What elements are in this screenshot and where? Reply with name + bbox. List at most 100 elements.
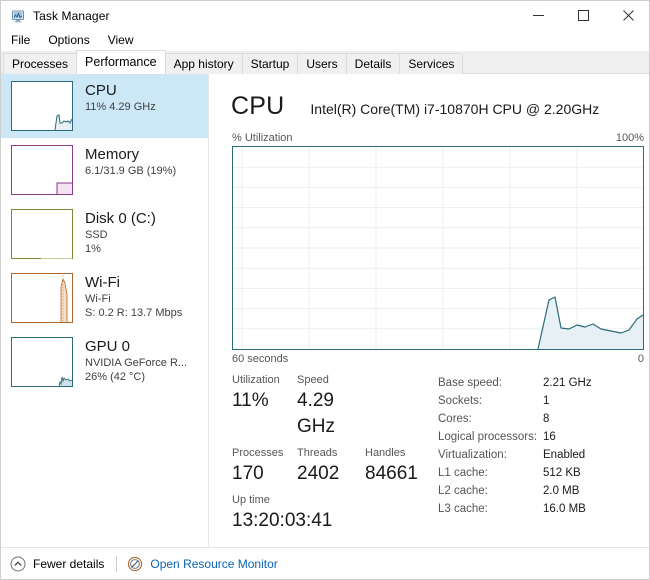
sidebar-item-wifi-text: Wi-Fi Wi-Fi S: 0.2 R: 13.7 Mbps: [85, 273, 182, 320]
speed-label: Speed: [297, 374, 329, 386]
open-resource-monitor-label: Open Resource Monitor: [150, 556, 278, 571]
cpu-specifications: Base speed: 2.21 GHz Sockets: 1 Cores: 8…: [438, 374, 648, 518]
stats-row2-labels: Processes Threads Handles: [232, 446, 432, 461]
handles-value: 84661: [365, 463, 418, 484]
sidebar-item-memory-line2: 6.1/31.9 GB (19%): [85, 165, 177, 177]
resource-list: CPU 11% 4.29 GHz Memory 6.1/31.9 GB (19%…: [1, 74, 209, 547]
footer-divider: [116, 555, 118, 572]
sidebar-item-gpu-title: GPU 0: [85, 338, 131, 355]
sidebar-item-cpu-title: CPU: [85, 82, 117, 99]
spec-row-base-speed: Base speed: 2.21 GHz: [438, 374, 648, 392]
close-button[interactable]: [606, 1, 649, 30]
uptime-label: Up time: [232, 494, 270, 506]
wifi-thumbnail-graph: [11, 273, 73, 323]
spec-key-logical-processors: Logical processors:: [438, 431, 538, 443]
sidebar-item-disk-text: Disk 0 (C:) SSD 1%: [85, 209, 156, 256]
speed-value: 4.29 GHz: [297, 390, 335, 437]
threads-value: 2402: [297, 463, 340, 484]
uptime-value-row: 13:20:03:41: [232, 508, 432, 534]
graph-y-max-label: 100%: [615, 132, 644, 144]
sidebar-item-gpu-line2: NVIDIA GeForce R...: [85, 357, 188, 369]
spec-row-logical-processors: Logical processors: 16: [438, 428, 648, 446]
fewer-details-button[interactable]: Fewer details: [10, 556, 104, 572]
sidebar-item-wifi-line3: S: 0.2 R: 13.7 Mbps: [85, 307, 183, 319]
cpu-utilization-chart: [233, 147, 643, 349]
spec-key-base-speed: Base speed:: [438, 377, 502, 389]
spec-key-sockets: Sockets:: [438, 395, 483, 407]
cpu-thumbnail-graph: [11, 81, 73, 131]
sidebar-item-memory[interactable]: Memory 6.1/31.9 GB (19%): [1, 138, 208, 202]
minimize-button[interactable]: [516, 1, 561, 30]
fewer-details-label: Fewer details: [33, 556, 105, 571]
spec-value-sockets: 1: [543, 395, 550, 407]
graph-y-axis-label: % Utilization: [232, 132, 293, 144]
utilization-label: Utilization: [232, 374, 280, 386]
cpu-utilization-graph: [232, 146, 644, 350]
minimize-icon: [533, 15, 544, 16]
menu-item-file[interactable]: File: [3, 31, 38, 50]
threads-label: Threads: [297, 447, 338, 459]
window-controls: [516, 1, 649, 30]
sidebar-item-disk-line3: 1%: [85, 243, 101, 255]
disk-thumbnail-graph: [11, 209, 73, 259]
handles-label: Handles: [365, 447, 406, 459]
spec-key-l3-cache: L3 cache:: [438, 503, 488, 515]
task-manager-icon: [10, 8, 26, 24]
memory-thumbnail-graph: [11, 145, 73, 195]
sidebar-item-disk-line2: SSD: [85, 229, 108, 241]
utilization-value: 11%: [232, 390, 269, 411]
tab-users[interactable]: Users: [297, 53, 347, 74]
cpu-model-name: Intel(R) Core(TM) i7-10870H CPU @ 2.20GH…: [310, 101, 600, 117]
maximize-icon: [578, 10, 589, 21]
tab-strip: Processes Performance App history Startu…: [1, 50, 649, 74]
close-icon: [623, 10, 634, 21]
spec-value-base-speed: 2.21 GHz: [543, 377, 592, 389]
spec-value-l2-cache: 2.0 MB: [543, 485, 580, 497]
spec-key-l2-cache: L2 cache:: [438, 485, 488, 497]
sidebar-item-gpu[interactable]: GPU 0 NVIDIA GeForce R... 26% (42 °C): [1, 330, 208, 394]
gpu-thumbnail-graph: [11, 337, 73, 387]
sidebar-item-gpu-text: GPU 0 NVIDIA GeForce R... 26% (42 °C): [85, 337, 187, 384]
sidebar-item-wifi-title: Wi-Fi: [85, 274, 120, 291]
sidebar-item-cpu[interactable]: CPU 11% 4.29 GHz: [1, 74, 208, 138]
menu-item-view[interactable]: View: [100, 31, 142, 50]
stats-row1-values: 11% 4.29 GHz: [232, 388, 432, 440]
menu-item-options[interactable]: Options: [40, 31, 97, 50]
task-manager-window: Task Manager File Options View Processes…: [0, 0, 650, 580]
tab-app-history[interactable]: App history: [164, 53, 243, 74]
maximize-button[interactable]: [561, 1, 606, 30]
tab-services[interactable]: Services: [399, 53, 464, 74]
sidebar-item-cpu-text: CPU 11% 4.29 GHz: [85, 81, 156, 114]
sidebar-item-cpu-line2: 11% 4.29 GHz: [85, 101, 156, 113]
title-bar: Task Manager: [1, 1, 649, 30]
sidebar-item-disk-title: Disk 0 (C:): [85, 210, 156, 227]
page-title: CPU: [231, 92, 285, 120]
spec-row-sockets: Sockets: 1: [438, 392, 648, 410]
graph-bottom-axis-labels: 60 seconds 0: [232, 353, 644, 365]
graph-top-axis-labels: % Utilization 100%: [232, 132, 644, 144]
tab-performance[interactable]: Performance: [76, 50, 166, 74]
tab-startup[interactable]: Startup: [241, 53, 299, 74]
sidebar-item-memory-title: Memory: [85, 146, 140, 163]
sidebar-item-wifi-line2: Wi-Fi: [85, 293, 111, 305]
menu-bar: File Options View: [1, 30, 649, 51]
tab-details[interactable]: Details: [345, 53, 401, 74]
open-resource-monitor-link[interactable]: Open Resource Monitor: [127, 556, 278, 572]
resource-monitor-icon: [127, 556, 143, 572]
performance-panel: CPU 11% 4.29 GHz Memory 6.1/31.9 GB (19%…: [1, 74, 649, 547]
spec-row-virtualization: Virtualization: Enabled: [438, 446, 648, 464]
spec-row-l3-cache: L3 cache: 16.0 MB: [438, 500, 648, 518]
spec-key-virtualization: Virtualization:: [438, 449, 507, 461]
stats-row2-values: 170 2402 84661: [232, 461, 432, 487]
tab-processes[interactable]: Processes: [3, 53, 78, 74]
spec-value-l3-cache: 16.0 MB: [543, 503, 586, 515]
sidebar-item-disk[interactable]: Disk 0 (C:) SSD 1%: [1, 202, 208, 266]
graph-x-start-label: 60 seconds: [232, 353, 289, 365]
sidebar-item-wifi[interactable]: Wi-Fi Wi-Fi S: 0.2 R: 13.7 Mbps: [1, 266, 208, 330]
processes-value: 170: [232, 463, 264, 484]
processes-label: Processes: [232, 447, 284, 459]
cpu-detail-panel: CPU Intel(R) Core(TM) i7-10870H CPU @ 2.…: [210, 74, 649, 547]
spec-value-l1-cache: 512 KB: [543, 467, 581, 479]
spec-row-l1-cache: L1 cache: 512 KB: [438, 464, 648, 482]
spec-value-logical-processors: 16: [543, 431, 556, 443]
